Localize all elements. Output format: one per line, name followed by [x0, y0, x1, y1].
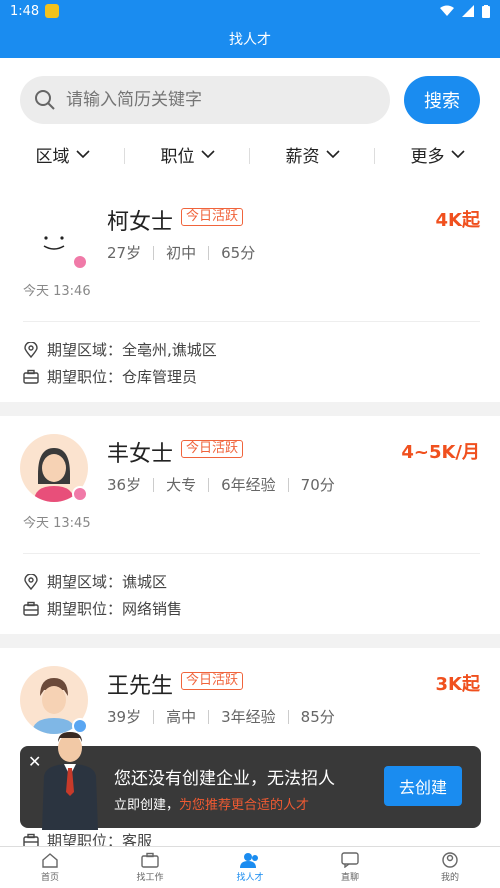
businessman-illustration: [42, 732, 98, 830]
divider: [23, 321, 480, 322]
salary: 3K起: [435, 674, 480, 695]
wifi-icon: [440, 5, 454, 16]
tab-home[interactable]: 首页: [0, 847, 100, 888]
location-icon: [24, 573, 38, 590]
search-input[interactable]: [66, 90, 346, 110]
chevron-down-icon: [450, 149, 465, 158]
search-field[interactable]: [20, 76, 390, 124]
status-time: 1:48: [10, 3, 40, 19]
tab-mine[interactable]: 我的: [400, 847, 500, 888]
chat-icon: [341, 852, 359, 868]
status-bar: 1:48: [0, 0, 500, 22]
active-badge: 今日活跃: [181, 440, 244, 458]
candidate-meta: 36岁 大专 6年经验 70分: [107, 476, 335, 494]
candidate-name: 柯女士: [107, 210, 174, 235]
tab-find-talent[interactable]: 找人才: [200, 847, 300, 888]
expected-area: 期望区域： 谯城区: [23, 571, 167, 592]
page-title: 找人才: [229, 32, 271, 48]
filter-position[interactable]: 职位: [125, 142, 250, 167]
expected-area: 期望区域： 全亳州,谯城区: [23, 339, 217, 360]
user-icon: [442, 852, 458, 868]
chevron-down-icon: [325, 149, 340, 158]
notification-icon: [45, 4, 60, 18]
people-icon: [240, 853, 258, 868]
expected-job: 期望职位： 网络销售: [23, 598, 182, 619]
home-icon: [42, 853, 58, 868]
active-badge: 今日活跃: [181, 672, 244, 690]
signal-icon: [462, 5, 474, 17]
female-icon: [72, 486, 88, 502]
candidate-name: 丰女士: [107, 442, 174, 467]
briefcase-icon: [23, 369, 39, 384]
battery-icon: [482, 4, 490, 18]
app-header: 1:48 找人才: [0, 0, 500, 58]
search-icon: [35, 90, 55, 110]
filter-salary[interactable]: 薪资: [250, 142, 375, 167]
divider: [23, 553, 480, 554]
chevron-down-icon: [200, 149, 215, 158]
salary: 4~5K/月: [401, 442, 480, 463]
salary: 4K起: [435, 210, 480, 231]
candidate-card[interactable]: 柯女士 今日活跃 4K起 27岁 初中 65分 今天 13:46 期望区域： 全亳…: [0, 184, 500, 402]
bottom-tab-bar: 首页 找工作 找人才 直聊 我的: [0, 846, 500, 888]
chevron-down-icon: [75, 149, 90, 158]
filter-area[interactable]: 区域: [0, 142, 125, 167]
update-time: 今天 13:45: [23, 516, 91, 531]
candidate-meta: 27岁 初中 65分: [107, 244, 256, 262]
banner-subtitle: 立即创建，为您推荐更合适的人才: [114, 798, 310, 813]
candidate-meta: 39岁 高中 3年经验 85分: [107, 708, 335, 726]
candidate-name: 王先生: [107, 674, 174, 699]
tab-find-job[interactable]: 找工作: [100, 847, 200, 888]
search-button[interactable]: 搜索: [404, 76, 480, 124]
candidate-card[interactable]: 丰女士 今日活跃 4~5K/月 36岁 大专 6年经验 70分 今天 13:45…: [0, 416, 500, 634]
create-button[interactable]: 去创建: [384, 766, 462, 806]
tab-chat[interactable]: 直聊: [300, 847, 400, 888]
filter-bar: 区域 职位 薪资 更多: [0, 124, 500, 184]
avatar: [20, 194, 88, 262]
location-icon: [24, 341, 38, 358]
banner-title: 您还没有创建企业，无法招人: [114, 769, 335, 789]
active-badge: 今日活跃: [181, 208, 244, 226]
female-icon: [72, 254, 88, 270]
briefcase-icon: [23, 601, 39, 616]
update-time: 今天 13:46: [23, 284, 91, 299]
briefcase-icon: [141, 852, 159, 868]
filter-more[interactable]: 更多: [375, 142, 500, 167]
expected-job: 期望职位： 仓库管理员: [23, 366, 197, 387]
